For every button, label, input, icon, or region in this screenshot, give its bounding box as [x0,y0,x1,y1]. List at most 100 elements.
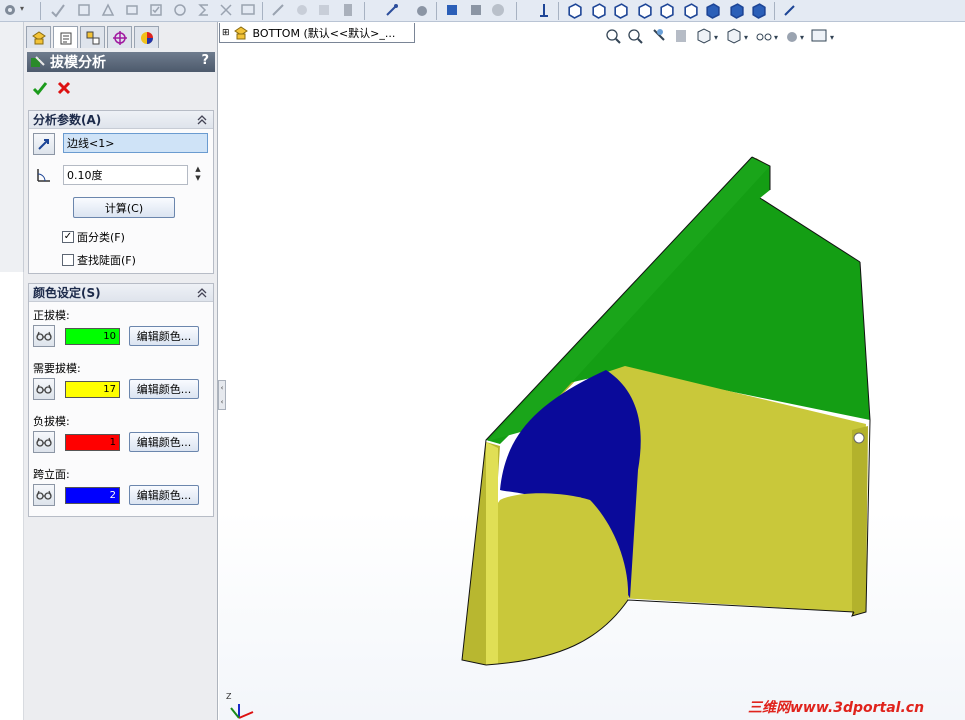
measure-icon[interactable] [384,2,400,18]
panel-splitter-handle[interactable]: ‹ ‹ [218,380,226,410]
collapse-chevron-icon[interactable] [196,114,208,126]
view-orientation-icon[interactable] [697,28,711,44]
dropdown-arrow-icon[interactable]: ▾ [744,33,748,42]
cancel-x-icon[interactable] [56,80,72,96]
compare-icon[interactable] [240,2,256,18]
toolbar-separator [436,2,437,20]
command-strip [0,22,24,272]
dropdown-arrow-icon[interactable]: ▾ [800,33,804,42]
graphics-area[interactable] [219,22,965,720]
sensor-icon[interactable] [124,2,140,18]
tab-feature-manager[interactable] [26,26,51,48]
display-style-icon[interactable] [727,28,741,44]
requires-draft-visibility-button[interactable] [33,378,55,400]
glasses-icon [36,331,52,341]
draft-analysis-icon[interactable] [270,2,286,18]
thickness-icon[interactable] [340,2,356,18]
tab-dimxpert-manager[interactable] [107,26,132,48]
direction-selection-field[interactable]: 边线<1> [63,133,208,153]
interference-icon[interactable] [218,2,234,18]
right-view-icon[interactable] [636,2,653,19]
expand-plus-icon[interactable]: ⊞ [222,28,230,38]
negative-draft-swatch: 1 [65,434,120,451]
site-watermark: 三维网www.3dportal.cn [748,700,925,716]
find-steep-faces-checkbox[interactable] [62,254,74,266]
negative-draft-visibility-button[interactable] [33,431,55,453]
top-view-icon[interactable] [658,2,675,19]
section-view-icon[interactable] [676,30,686,42]
edit-color-button-requires[interactable]: 编辑颜色... [129,379,199,399]
command-strip-lower [0,272,24,720]
requires-draft-swatch: 17 [65,381,120,398]
left-view-icon[interactable] [612,2,629,19]
section-properties-icon[interactable] [100,2,116,18]
checkbox-tool-icon[interactable] [148,2,164,18]
calculate-button[interactable]: 计算(C) [73,197,175,218]
part-icon [233,25,248,39]
positive-draft-visibility-button[interactable] [33,325,55,347]
options-icon[interactable] [2,2,18,18]
scene-icon[interactable] [811,29,827,42]
dimetric-view-icon[interactable] [750,2,767,19]
front-view-icon[interactable] [566,2,583,19]
left-flange-edge [486,442,498,665]
zoom-area-icon[interactable] [628,29,643,44]
undercut-icon[interactable] [294,2,310,18]
tab-property-manager[interactable] [53,26,78,48]
toolbar-separator [364,2,365,20]
direction-pull-button[interactable] [33,133,55,155]
manager-tabs [24,26,218,48]
straddle-faces-swatch: 2 [65,487,120,504]
face-classification-checkbox-row[interactable]: ✓ 面分类(F) [62,229,125,245]
face-classification-label: 面分类(F) [77,231,125,244]
find-steep-faces-checkbox-row[interactable]: 查找陡面(F) [62,252,136,268]
color-settings-heading[interactable]: 颜色设定(S) [29,284,213,302]
draft-angle-input[interactable]: 0.10度 [63,165,188,185]
requires-draft-label: 需要拔模: [33,362,81,375]
tab-configuration-manager[interactable] [80,26,105,48]
collapse-chevron-icon[interactable] [196,287,208,299]
target-icon [112,30,127,45]
edit-color-button-positive[interactable]: 编辑颜色... [129,326,199,346]
feature-tree-flyout[interactable]: ⊞ BOTTOM (默认<<默认>_... [219,23,415,43]
link-view-icon[interactable] [782,2,798,18]
normal-to-icon[interactable] [536,2,552,18]
orientation-triad: Z [226,692,254,719]
mass-properties-icon[interactable] [76,2,92,18]
face-classification-checkbox[interactable]: ✓ [62,231,74,243]
isometric-view-icon[interactable] [704,2,721,19]
z-axis-label: Z [226,692,232,701]
analysis-params-heading[interactable]: 分析参数(A) [29,111,213,129]
dropdown-arrow-icon[interactable]: ▾ [774,33,778,42]
hidden-lines-icon[interactable] [468,2,484,18]
angle-spinner[interactable]: ▲ ▼ [191,165,205,185]
panel-title-bar: 拔模分析 ? [27,52,215,72]
spell-check-icon[interactable] [50,2,66,18]
straddle-faces-visibility-button[interactable] [33,484,55,506]
dropdown-arrow-icon[interactable]: ▾ [830,33,834,42]
dropdown-arrow-icon[interactable]: ▾ [714,33,718,42]
mass-icon[interactable] [414,2,430,18]
hide-show-items-icon[interactable] [756,33,772,41]
ok-check-icon[interactable] [32,80,48,96]
statistics-icon[interactable] [172,2,188,18]
shaded-icon[interactable] [444,2,460,18]
appearance-icon[interactable] [490,2,506,18]
back-view-icon[interactable] [590,2,607,19]
edit-color-button-straddle[interactable]: 编辑颜色... [129,485,199,505]
dropdown-arrow-icon[interactable]: ▾ [20,4,24,13]
positive-draft-swatch: 10 [65,328,120,345]
group-heading-label: 分析参数(A) [33,113,102,127]
parting-line-icon[interactable] [316,2,332,18]
part-model[interactable] [219,22,965,720]
edit-color-button-negative[interactable]: 编辑颜色... [129,432,199,452]
previous-view-icon[interactable] [653,29,665,41]
edit-appearance-icon[interactable] [787,32,797,42]
sum-icon[interactable] [196,2,212,18]
trimetric-view-icon[interactable] [728,2,745,19]
bottom-view-icon[interactable] [682,2,699,19]
help-button[interactable]: ? [201,53,209,68]
heads-up-toolbar: ▾ ▾ ▾ ▾ ▾ [606,28,834,44]
tab-display-manager[interactable] [134,26,159,48]
zoom-fit-icon[interactable] [606,29,621,44]
